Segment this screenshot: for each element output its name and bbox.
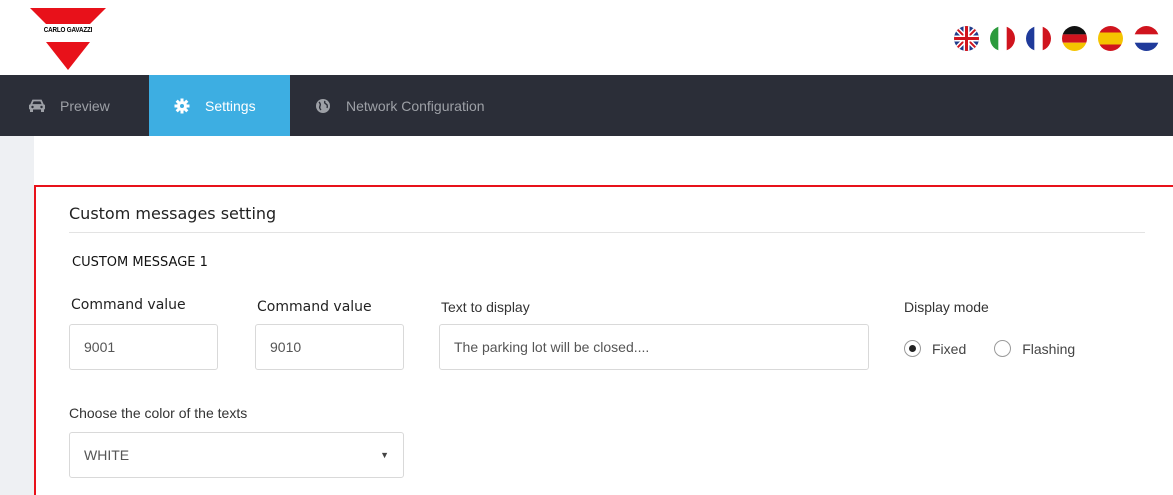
germany-flag-icon[interactable]: [1062, 26, 1087, 51]
nav-item-label: Network Configuration: [346, 97, 485, 114]
uk-flag-icon[interactable]: [954, 26, 979, 51]
left-sidebar-strip: [0, 136, 34, 495]
language-selector: [954, 26, 1159, 51]
chevron-down-icon: ▼: [380, 450, 389, 460]
text-color-select[interactable]: WHITE ▼: [69, 432, 404, 478]
spain-flag-icon[interactable]: [1098, 26, 1123, 51]
carlo-gavazzi-logo[interactable]: CARLO GAVAZZI: [30, 8, 106, 70]
text-color-label: Choose the color of the texts: [69, 405, 248, 421]
globe-icon: [314, 97, 332, 115]
display-mode-label: Display mode: [904, 299, 989, 315]
custom-messages-panel: Custom messages setting CUSTOM MESSAGE 1…: [34, 185, 1173, 495]
command-value-1-label: Command value: [71, 297, 186, 313]
france-flag-icon[interactable]: [1026, 26, 1051, 51]
fixed-radio[interactable]: [904, 340, 921, 357]
nav-item-label: Preview: [60, 97, 110, 114]
logo-shape: [30, 8, 106, 70]
text-to-display-input[interactable]: The parking lot will be closed....: [439, 324, 869, 370]
main-navbar: Preview Settings Network Configuration: [0, 75, 1173, 136]
divider: [69, 232, 1145, 233]
command-value-1-input[interactable]: 9001: [69, 324, 218, 370]
fixed-radio-label[interactable]: Fixed: [932, 341, 966, 357]
nav-item-label: Settings: [205, 97, 256, 114]
text-color-value: WHITE: [84, 447, 130, 463]
command-value-1-value: 9001: [84, 339, 116, 355]
display-mode-options: Fixed Flashing: [904, 340, 1075, 357]
text-to-display-label: Text to display: [441, 299, 530, 315]
car-icon: [28, 97, 46, 115]
nav-item-network-configuration[interactable]: Network Configuration: [290, 75, 503, 136]
command-value-2-label: Command value: [257, 299, 372, 315]
radio-selected-dot: [909, 345, 916, 352]
nav-item-settings[interactable]: Settings: [149, 75, 290, 136]
command-value-2-value: 9010: [270, 339, 302, 355]
flashing-radio[interactable]: [994, 340, 1012, 357]
header: CARLO GAVAZZI: [0, 0, 1173, 75]
custom-message-heading: CUSTOM MESSAGE 1: [72, 255, 208, 270]
italy-flag-icon[interactable]: [990, 26, 1015, 51]
text-to-display-value: The parking lot will be closed....: [454, 339, 650, 355]
flashing-radio-label[interactable]: Flashing: [1022, 341, 1075, 357]
gear-icon: [173, 97, 191, 115]
netherlands-flag-icon[interactable]: [1134, 26, 1159, 51]
logo-text: CARLO GAVAZZI: [43, 27, 93, 34]
panel-title: Custom messages setting: [69, 204, 277, 223]
command-value-2-input[interactable]: 9010: [255, 324, 404, 370]
nav-item-preview[interactable]: Preview: [0, 75, 149, 136]
